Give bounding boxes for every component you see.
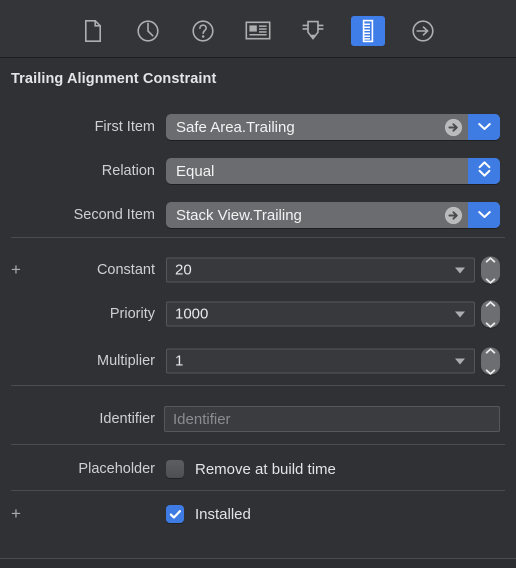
priority-combo-box[interactable]: 1000 [166, 301, 475, 327]
tab-history-inspector[interactable] [131, 16, 165, 46]
multiplier-stepper[interactable] [481, 347, 500, 375]
second-item-chevron-button[interactable] [468, 202, 500, 228]
triangle-down-icon [455, 267, 465, 273]
separator-placeholder [11, 444, 505, 445]
constant-add-button[interactable]: + [9, 261, 23, 278]
first-item-popup-button[interactable]: Safe Area.Trailing [166, 114, 500, 140]
remove-at-build-time-label: Remove at build time [195, 460, 336, 478]
installed-label: Installed [195, 505, 251, 523]
remove-at-build-time-checkbox[interactable]: Remove at build time [166, 460, 336, 478]
tab-file-inspector[interactable] [76, 16, 110, 46]
checkbox-unchecked-icon [166, 460, 184, 478]
chevron-down-icon [477, 118, 492, 136]
second-item-label: Second Item [73, 207, 155, 223]
arrow-circle-icon[interactable] [438, 206, 468, 225]
row-constant: + Constant 20 [0, 255, 516, 285]
constant-label: Constant [96, 262, 155, 278]
tab-quick-help-inspector[interactable] [186, 16, 220, 46]
size-inspector-panel: Trailing Alignment Constraint First Item… [0, 0, 516, 568]
priority-label: Priority [109, 306, 155, 322]
triangle-down-icon [455, 358, 465, 364]
file-icon [83, 19, 103, 43]
row-identifier: Identifier Identifier [0, 404, 516, 434]
connections-icon [411, 19, 435, 43]
chevron-up-down-icon [477, 160, 492, 183]
installed-add-button[interactable]: + [9, 505, 23, 522]
separator-items [11, 237, 505, 238]
arrow-circle-icon[interactable] [438, 118, 468, 137]
stepper-up-icon[interactable] [485, 295, 496, 313]
checkbox-checked-icon [166, 505, 184, 523]
ruler-icon [361, 19, 375, 43]
tab-attributes-inspector[interactable] [296, 16, 330, 46]
identifier-input[interactable]: Identifier [164, 406, 500, 432]
chevron-down-icon [477, 206, 492, 224]
row-second-item: Second Item Stack View.Trailing [0, 200, 516, 230]
relation-popup-button[interactable]: Equal [166, 158, 500, 184]
multiplier-combo-box[interactable]: 1 [166, 348, 475, 374]
multiplier-dropdown-button[interactable] [446, 358, 474, 364]
first-item-label: First Item [94, 119, 155, 135]
stepper-down-icon[interactable] [485, 363, 496, 381]
priority-stepper[interactable] [481, 300, 500, 328]
priority-value: 1000 [175, 305, 209, 323]
second-item-value: Stack View.Trailing [176, 206, 302, 224]
row-priority: Priority 1000 [0, 299, 516, 329]
first-item-chevron-button[interactable] [468, 114, 500, 140]
attributes-icon [300, 19, 326, 43]
row-placeholder: Placeholder Remove at build time [0, 454, 516, 484]
identity-icon [245, 20, 271, 41]
constant-combo-box[interactable]: 20 [166, 257, 475, 283]
placeholder-label: Placeholder [78, 461, 155, 477]
clock-icon [136, 19, 160, 43]
second-item-popup-button[interactable]: Stack View.Trailing [166, 202, 500, 228]
priority-dropdown-button[interactable] [446, 311, 474, 317]
separator-identifier [11, 385, 505, 386]
stepper-up-icon[interactable] [485, 342, 496, 360]
constant-dropdown-button[interactable] [446, 267, 474, 273]
constant-value: 20 [175, 261, 192, 279]
constant-stepper[interactable] [481, 256, 500, 284]
relation-label: Relation [101, 163, 155, 179]
stepper-down-icon[interactable] [485, 316, 496, 334]
tab-identity-inspector[interactable] [241, 16, 275, 46]
first-item-value: Safe Area.Trailing [176, 118, 295, 136]
help-icon [191, 19, 215, 43]
row-installed: + Installed [0, 499, 516, 529]
relation-chevron-button[interactable] [468, 158, 500, 184]
multiplier-label: Multiplier [96, 353, 155, 369]
stepper-down-icon[interactable] [485, 272, 496, 290]
inspector-toolbar [0, 0, 516, 58]
bottom-strip [0, 559, 516, 568]
tab-connections-inspector[interactable] [406, 16, 440, 46]
separator-installed [11, 490, 505, 491]
installed-checkbox[interactable]: Installed [166, 505, 251, 523]
inspector-content: Trailing Alignment Constraint First Item… [0, 59, 516, 568]
multiplier-value: 1 [175, 352, 184, 370]
identifier-label: Identifier [99, 411, 155, 427]
identifier-placeholder: Identifier [173, 410, 231, 428]
tab-size-inspector[interactable] [351, 15, 385, 46]
row-relation: Relation Equal [0, 156, 516, 186]
stepper-up-icon[interactable] [485, 251, 496, 269]
relation-value: Equal [176, 162, 215, 180]
triangle-down-icon [455, 311, 465, 317]
row-multiplier: Multiplier 1 [0, 346, 516, 376]
page-title: Trailing Alignment Constraint [11, 71, 217, 87]
row-first-item: First Item Safe Area.Trailing [0, 112, 516, 142]
